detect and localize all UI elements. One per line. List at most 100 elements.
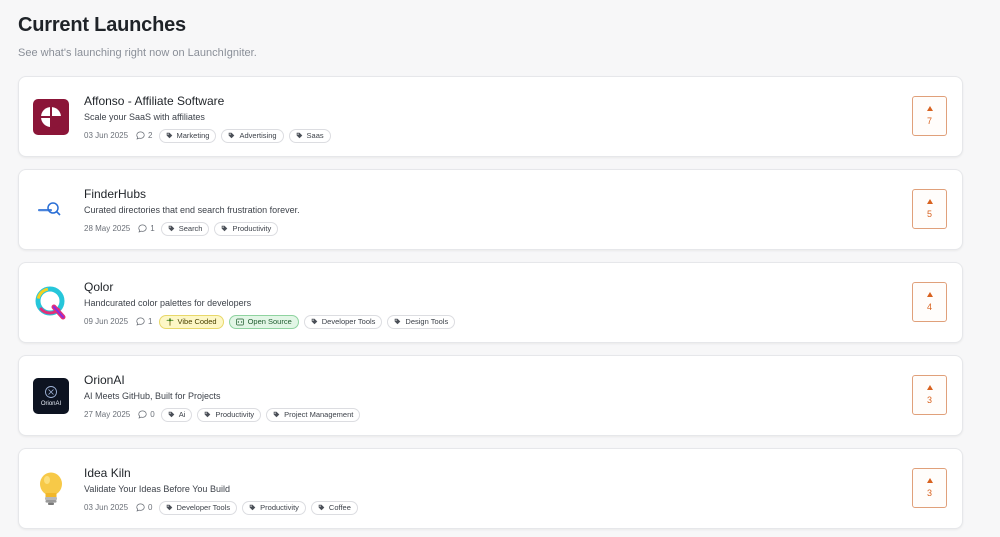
comments-count-value: 1: [148, 317, 153, 326]
upvote-button[interactable]: 4: [912, 282, 947, 322]
upvote-button[interactable]: 5: [912, 189, 947, 229]
comments-count[interactable]: 2: [136, 131, 153, 140]
open-source-badge[interactable]: Open Source: [228, 314, 299, 329]
finderhubs-logo-icon: [33, 192, 69, 228]
tag-label: Coffee: [328, 503, 351, 512]
tag-icon: [311, 318, 318, 325]
tag-icon: [395, 318, 401, 325]
tag-chip[interactable]: Advertising: [221, 128, 284, 143]
upvote-count: 4: [926, 302, 932, 312]
tag-icon: [296, 132, 302, 139]
tag-label: Search: [178, 224, 203, 233]
launch-card-qolor[interactable]: Qolor Handcurated color palettes for dev…: [18, 262, 963, 343]
tag-chip[interactable]: Productivity: [242, 500, 306, 515]
tag-label: Marketing: [176, 131, 210, 140]
launch-tagline: AI Meets GitHub, Built for Projects: [84, 391, 221, 401]
upvote-button[interactable]: 3: [912, 375, 947, 415]
launch-tagline: Scale your SaaS with affiliates: [84, 112, 205, 122]
launch-name[interactable]: Qolor: [84, 279, 882, 295]
comments-count-value: 0: [150, 410, 155, 419]
tag-icon: [205, 411, 211, 418]
launch-name[interactable]: OrionAI: [84, 372, 882, 388]
launch-list: Affonso - Affiliate Software Scale your …: [18, 76, 963, 537]
comments-count[interactable]: 0: [138, 410, 155, 419]
tag-chip[interactable]: Search: [160, 221, 210, 236]
tag-chip[interactable]: Productivity: [214, 221, 279, 236]
tag-label: Advertising: [239, 131, 277, 140]
launch-name[interactable]: Affonso - Affiliate Software: [84, 93, 882, 109]
tag-chip[interactable]: Saas: [288, 128, 331, 143]
upvote-arrow-icon: [926, 199, 933, 204]
launch-name[interactable]: Idea Kiln: [84, 465, 882, 481]
tag-label: Project Management: [284, 410, 354, 419]
tag-label: Design Tools: [405, 317, 449, 326]
comments-count-value: 0: [148, 503, 153, 512]
qolor-logo-icon: [33, 285, 69, 321]
launch-card-finderhubs[interactable]: FinderHubs Curated directories that end …: [18, 169, 963, 250]
launch-card-affonso[interactable]: Affonso - Affiliate Software Scale your …: [18, 76, 963, 157]
upvote-count: 5: [926, 209, 932, 219]
palm-tree-icon: [165, 317, 174, 326]
comments-count-value: 1: [150, 224, 155, 233]
page-title: Current Launches: [18, 14, 186, 36]
tag-icon: [166, 132, 172, 139]
launch-card-orionai[interactable]: OrionAI OrionAI AI Meets GitHub, Built f…: [18, 355, 963, 436]
page-subtitle: See what's launching right now on Launch…: [18, 47, 257, 59]
tag-chip[interactable]: Developer Tools: [158, 500, 238, 515]
tag-chip[interactable]: Project Management: [266, 407, 361, 422]
code-icon: [235, 318, 244, 325]
launch-card-idea-kiln[interactable]: Idea Kiln Validate Your Ideas Before You…: [18, 448, 963, 529]
badge-label: Open Source: [247, 317, 292, 326]
tag-label: Saas: [306, 131, 324, 140]
tag-label: Developer Tools: [321, 317, 376, 326]
launch-date: 03 Jun 2025: [84, 131, 129, 140]
launch-date: 03 Jun 2025: [84, 503, 129, 512]
launch-date: 27 May 2025: [84, 410, 131, 419]
tag-label: Productivity: [215, 410, 255, 419]
tag-icon: [249, 504, 256, 511]
upvote-button[interactable]: 7: [912, 96, 947, 136]
card-body: FinderHubs Curated directories that end …: [84, 186, 882, 236]
launch-meta: 03 Jun 2025 2 Marketing Advertising Saas: [84, 128, 882, 143]
tag-icon: [273, 411, 280, 418]
comments-count-value: 2: [148, 131, 153, 140]
card-body: OrionAI AI Meets GitHub, Built for Proje…: [84, 372, 882, 422]
comment-icon: [138, 410, 147, 419]
launch-meta: 28 May 2025 1 Search Productivity: [84, 221, 882, 236]
upvote-arrow-icon: [926, 478, 933, 483]
tag-icon: [166, 504, 172, 511]
upvote-count: 7: [926, 116, 932, 126]
tag-chip[interactable]: Developer Tools: [303, 314, 383, 329]
lightbulb-icon: [33, 471, 69, 507]
tag-chip[interactable]: Ai: [160, 407, 193, 422]
orionai-logo-text: OrionAI: [40, 400, 62, 407]
tag-icon: [318, 504, 325, 511]
card-body: Qolor Handcurated color palettes for dev…: [84, 279, 882, 329]
comment-icon: [138, 224, 147, 233]
tag-icon: [168, 411, 175, 418]
upvote-count: 3: [926, 395, 932, 405]
tag-chip[interactable]: Marketing: [158, 128, 217, 143]
comments-count[interactable]: 1: [138, 224, 155, 233]
comment-icon: [136, 317, 145, 326]
affonso-logo-icon: [33, 99, 69, 135]
vibe-coded-badge[interactable]: Vibe Coded: [158, 314, 224, 329]
upvote-arrow-icon: [926, 106, 933, 111]
comment-icon: [136, 503, 145, 512]
tag-chip[interactable]: Productivity: [197, 407, 262, 422]
upvote-count: 3: [926, 488, 932, 498]
upvote-arrow-icon: [926, 292, 933, 297]
comments-count[interactable]: 1: [136, 317, 153, 326]
comment-icon: [136, 131, 145, 140]
comments-count[interactable]: 0: [136, 503, 153, 512]
tag-chip[interactable]: Design Tools: [387, 314, 456, 329]
upvote-button[interactable]: 3: [912, 468, 947, 508]
launch-meta: 03 Jun 2025 0 Developer Tools Productivi…: [84, 500, 882, 515]
tag-icon: [229, 132, 235, 139]
tag-chip[interactable]: Coffee: [310, 500, 358, 515]
launch-date: 28 May 2025: [84, 224, 131, 233]
orionai-logo-icon: OrionAI: [33, 378, 69, 414]
launch-meta: 27 May 2025 0 Ai Productivity Project Ma…: [84, 407, 882, 422]
launch-name[interactable]: FinderHubs: [84, 186, 882, 202]
tag-label: Ai: [178, 410, 186, 419]
